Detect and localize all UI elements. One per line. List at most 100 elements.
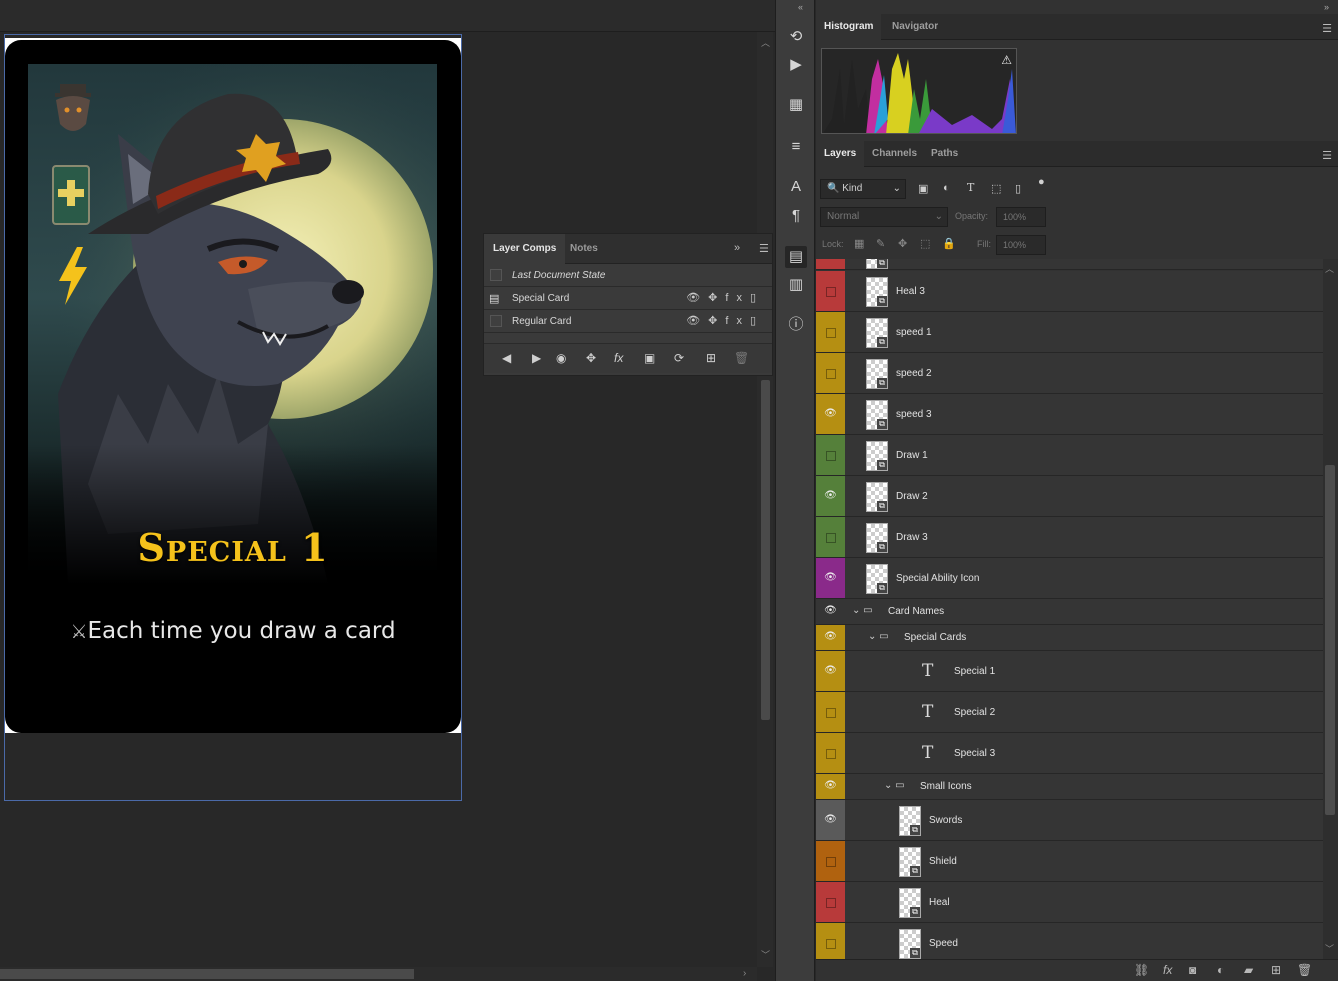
position-comp-icon[interactable]: ✥: [586, 351, 596, 365]
layer-row[interactable]: T Special 2: [816, 692, 1323, 733]
libraries-icon[interactable]: ▦: [785, 94, 807, 116]
visibility-toggle[interactable]: [826, 369, 836, 379]
layer-name[interactable]: Small Icons: [920, 781, 972, 792]
layer-row[interactable]: ⧉ Heal: [816, 882, 1323, 923]
adjustments-icon[interactable]: ≡: [785, 136, 807, 158]
layer-row[interactable]: T Special 3: [816, 733, 1323, 774]
layer-row[interactable]: ⧉ Speed: [816, 923, 1323, 959]
lock-artboard-icon[interactable]: ⬚: [920, 237, 930, 250]
tab-layers[interactable]: Layers: [816, 141, 865, 167]
layer-name[interactable]: speed 3: [896, 409, 932, 420]
layer-row[interactable]: ⧉ Draw 3: [816, 517, 1323, 558]
visibility-eye-icon[interactable]: 👁: [816, 814, 845, 825]
tab-layer-comps[interactable]: Layer Comps: [484, 234, 566, 264]
layer-row[interactable]: ⧉ Draw 1: [816, 435, 1323, 476]
paragraph-icon[interactable]: ¶: [785, 205, 807, 227]
lock-brush-icon[interactable]: ✎: [876, 237, 885, 250]
scroll-right-arrow-icon[interactable]: ›: [743, 968, 746, 979]
scroll-down-arrow-icon[interactable]: ﹀: [761, 948, 770, 961]
layer-comp-row[interactable]: Regular Card 👁✥fx▯: [484, 310, 772, 333]
filter-toggle-icon[interactable]: ●: [1038, 176, 1045, 188]
layers-menu-icon[interactable]: ☰: [1322, 149, 1332, 162]
update-comp-icon[interactable]: ⟳: [674, 351, 684, 365]
layer-name[interactable]: Special Ability Icon: [896, 573, 979, 584]
layer-name[interactable]: Draw 3: [896, 532, 928, 543]
visibility-comp-icon[interactable]: ◉: [556, 351, 566, 365]
layer-row[interactable]: ⧉ speed 2: [816, 353, 1323, 394]
comp-options-icons[interactable]: 👁✥fx▯: [686, 310, 764, 333]
visibility-toggle[interactable]: [826, 287, 836, 297]
filter-type-icon[interactable]: T: [967, 181, 974, 194]
scroll-up-arrow-icon[interactable]: ︿: [761, 36, 770, 49]
delete-layer-icon[interactable]: 🗑: [1297, 963, 1312, 977]
visibility-eye-icon[interactable]: 👁: [816, 631, 845, 642]
layer-name[interactable]: Swords: [929, 815, 962, 826]
cache-warning-icon[interactable]: ⚠: [1001, 53, 1012, 67]
layer-name[interactable]: speed 1: [896, 327, 932, 338]
layer-name[interactable]: Speed: [929, 938, 958, 949]
blend-mode-select[interactable]: Normal ⌄: [820, 207, 948, 227]
layer-name[interactable]: speed 2: [896, 368, 932, 379]
visibility-toggle[interactable]: [826, 328, 836, 338]
smart-object-comp-icon[interactable]: ▣: [644, 351, 655, 365]
history-icon[interactable]: ⟲: [785, 26, 807, 48]
layer-comps-strip-icon[interactable]: ▤: [785, 246, 807, 268]
visibility-eye-icon[interactable]: 👁: [816, 408, 845, 419]
layer-name[interactable]: Special 1: [954, 666, 995, 677]
layers-scroll-up-icon[interactable]: ︿: [1325, 262, 1334, 275]
layer-row[interactable]: ⧉ Shield: [816, 841, 1323, 882]
layer-row[interactable]: 👁 ⧉ Swords: [816, 800, 1323, 841]
folder-icon[interactable]: ⌄ ▭: [884, 780, 905, 791]
delete-comp-icon[interactable]: 🗑: [734, 351, 749, 365]
layer-comp-row[interactable]: Last Document State: [484, 264, 772, 287]
new-layer-icon[interactable]: ⊞: [1271, 963, 1281, 977]
add-mask-icon[interactable]: ◙: [1189, 963, 1196, 977]
comp-apply-box[interactable]: [490, 269, 502, 281]
layer-name[interactable]: Card Names: [888, 606, 944, 617]
tab-paths[interactable]: Paths: [923, 141, 966, 167]
layer-row-partial[interactable]: ⧉: [816, 259, 1323, 270]
layer-name[interactable]: Heal 3: [896, 286, 925, 297]
layers-scroll-thumb[interactable]: [1325, 465, 1335, 815]
layer-row[interactable]: 👁 ⌄ ▭ Special Cards: [816, 625, 1323, 651]
layer-name[interactable]: Special 3: [954, 748, 995, 759]
panel-menu-icon[interactable]: ☰: [759, 242, 769, 255]
collapse-dock-icon[interactable]: »: [1324, 2, 1329, 12]
folder-icon[interactable]: ⌄ ▭: [868, 631, 889, 642]
tab-channels[interactable]: Channels: [864, 141, 925, 167]
visibility-toggle[interactable]: [826, 857, 836, 867]
layer-row[interactable]: 👁 T Special 1: [816, 651, 1323, 692]
layer-row[interactable]: 👁 ⧉ Draw 2: [816, 476, 1323, 517]
visibility-toggle[interactable]: [826, 749, 836, 759]
visibility-toggle[interactable]: [826, 708, 836, 718]
visibility-toggle[interactable]: [826, 939, 836, 949]
filter-shape-icon[interactable]: ⬚: [991, 182, 1001, 195]
tab-notes[interactable]: Notes: [561, 234, 607, 264]
canvas-horizontal-scroll-thumb[interactable]: [0, 969, 414, 979]
new-group-folder-icon[interactable]: ▰: [1244, 963, 1253, 977]
layer-name[interactable]: Special Cards: [904, 632, 966, 643]
visibility-eye-icon[interactable]: 👁: [816, 780, 845, 791]
layer-row[interactable]: ⧉ speed 1: [816, 312, 1323, 353]
layer-filter-kind[interactable]: 🔍 Kind ⌄: [820, 179, 906, 199]
next-comp-icon[interactable]: ▶: [532, 351, 541, 365]
tab-navigator[interactable]: Navigator: [884, 14, 946, 40]
layer-name[interactable]: Draw 1: [896, 450, 928, 461]
layer-row[interactable]: 👁 ⌄ ▭ Small Icons: [816, 774, 1323, 800]
notes-strip-icon[interactable]: ▥: [785, 274, 807, 296]
visibility-eye-icon[interactable]: 👁: [816, 605, 845, 616]
folder-icon[interactable]: ⌄ ▭: [852, 605, 873, 616]
visibility-eye-icon[interactable]: 👁: [816, 572, 845, 583]
layer-row[interactable]: ⧉ Heal 3: [816, 271, 1323, 312]
fill-input[interactable]: 100%: [996, 235, 1046, 255]
layer-row[interactable]: 👁 ⧉ Special Ability Icon: [816, 558, 1323, 599]
previous-comp-icon[interactable]: ◀: [502, 351, 511, 365]
comp-options-icons[interactable]: 👁✥fx▯: [686, 287, 764, 310]
collapse-strip-icon[interactable]: «: [798, 2, 803, 12]
layer-name[interactable]: Heal: [929, 897, 950, 908]
canvas-vertical-scroll-thumb[interactable]: [761, 380, 770, 720]
layer-name[interactable]: Shield: [929, 856, 957, 867]
layer-row[interactable]: 👁 ⧉ speed 3: [816, 394, 1323, 435]
layers-list[interactable]: ⧉ ⧉ Heal 3 ⧉ speed 1 ⧉ speed 2 👁 ⧉ speed 3 ⧉ Draw …: [816, 259, 1323, 959]
character-icon[interactable]: A: [785, 176, 807, 198]
